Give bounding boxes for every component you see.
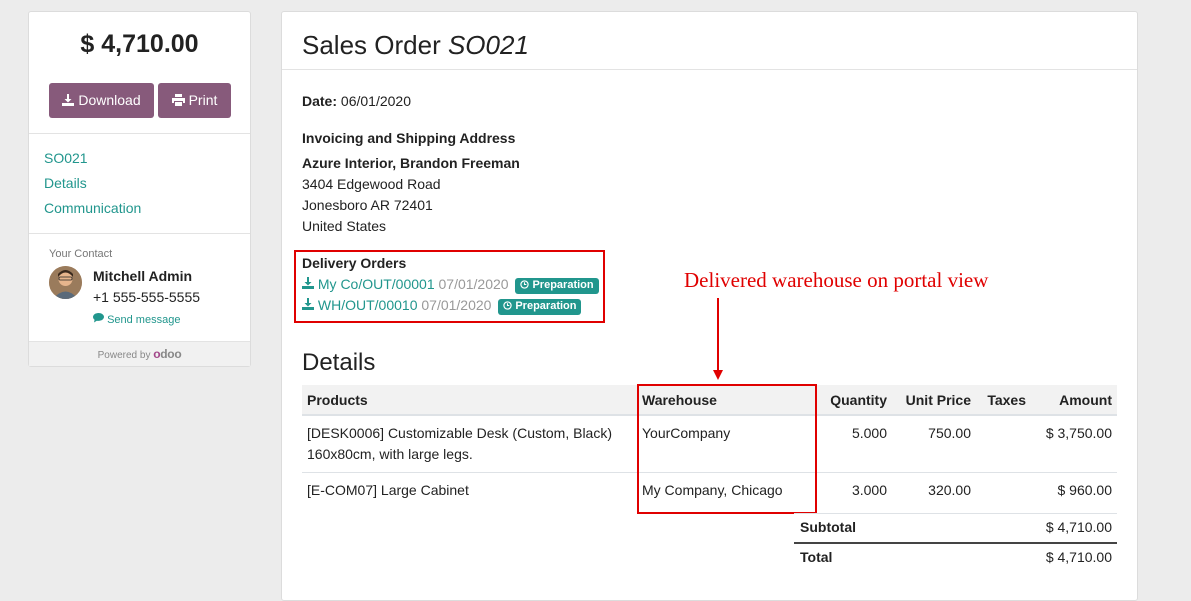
status-badge: Preparation (515, 278, 599, 294)
col-taxes: Taxes (976, 385, 1031, 416)
print-label: Print (188, 92, 218, 108)
address-line: 3404 Edgewood Road (302, 176, 441, 192)
delivery-ref: WH/OUT/00010 (317, 297, 418, 313)
download-icon (62, 84, 75, 119)
status-label: Preparation (515, 300, 577, 312)
divider (282, 69, 1137, 70)
annotation-arrow-head (713, 370, 723, 380)
total-value: $ 4,710.00 (1045, 549, 1112, 565)
download-icon (302, 276, 314, 292)
taxes-cell (976, 473, 1031, 509)
unit-price-cell: 750.00 (892, 415, 976, 473)
quantity-cell: 3.000 (851, 482, 887, 498)
col-amount: Amount (1031, 385, 1117, 416)
order-card: Sales Order SO021 Date: 06/01/2020 Invoi… (281, 11, 1138, 601)
status-label: Preparation (532, 279, 594, 291)
download-label: Download (78, 92, 141, 108)
contact-label: Your Contact (49, 248, 113, 260)
address-heading: Invoicing and Shipping Address (302, 130, 516, 146)
delivery-item: WH/OUT/00010 07/01/2020 Preparation (302, 297, 582, 315)
powered-by-label: Powered by (97, 350, 151, 361)
address-line: United States (302, 218, 387, 234)
taxes-cell (976, 415, 1031, 473)
unit-price-cell: 320.00 (928, 482, 971, 498)
sidebar: $ 4,710.00 Download Print SO021 Details … (28, 11, 251, 367)
divider (29, 233, 250, 234)
annotation-arrow (717, 298, 719, 371)
order-total: $ 4,710.00 (80, 30, 199, 58)
clock-icon (520, 280, 530, 292)
contact-name: Mitchell Admin (93, 268, 193, 284)
delivery-date: 07/01/2020 (421, 297, 492, 313)
total-label: Total (800, 549, 833, 565)
customer-name: Azure Interior, Brandon Freeman (302, 155, 520, 171)
col-products: Products (302, 385, 637, 416)
amount-cell: $ 960.00 (1057, 482, 1113, 498)
avatar (49, 266, 82, 299)
product-cell: [E-COM07] Large Cabinet (307, 482, 469, 498)
subtotal-label: Subtotal (800, 519, 856, 535)
print-icon (171, 84, 185, 119)
odoo-logo[interactable]: odoo (153, 347, 181, 361)
details-heading: Details (302, 349, 376, 376)
sidebar-actions: Download Print (49, 83, 231, 118)
date-value: 06/01/2020 (340, 93, 411, 109)
amount-cell: $ 3,750.00 (1031, 415, 1117, 473)
page-title: Sales Order SO021 (302, 30, 529, 61)
nav-link-communication[interactable]: Communication (44, 200, 141, 216)
divider (794, 513, 1117, 514)
order-date: Date: 06/01/2020 (302, 93, 411, 109)
col-quantity: Quantity (812, 385, 892, 416)
nav-link-details[interactable]: Details (44, 175, 87, 191)
status-badge: Preparation (498, 299, 582, 315)
download-icon (302, 297, 314, 313)
delivery-item: My Co/OUT/00001 07/01/2020 Preparation (302, 276, 599, 294)
chat-icon (93, 313, 107, 326)
nav-link-order[interactable]: SO021 (44, 150, 88, 166)
send-message-label: Send message (107, 314, 181, 326)
delivery-link[interactable]: WH/OUT/00010 (302, 297, 421, 313)
delivery-link[interactable]: My Co/OUT/00001 (302, 276, 439, 292)
clock-icon (503, 301, 513, 313)
product-cell: [DESK0006] Customizable Desk (Custom, Bl… (302, 415, 637, 473)
download-button[interactable]: Download (49, 83, 154, 118)
send-message-link[interactable]: Send message (93, 313, 180, 326)
divider (29, 133, 250, 134)
delivery-ref: My Co/OUT/00001 (317, 276, 435, 292)
title-prefix: Sales Order (302, 30, 441, 60)
contact-phone: +1 555-555-5555 (93, 289, 201, 305)
warehouse-highlight-box (637, 384, 817, 514)
quantity-cell: 5.000 (812, 415, 892, 473)
col-unit-price: Unit Price (892, 385, 976, 416)
delivery-date: 07/01/2020 (438, 276, 509, 292)
powered-by: Powered by odoo (29, 341, 250, 366)
title-ref: SO021 (447, 30, 529, 60)
subtotal-value: $ 4,710.00 (1045, 519, 1112, 535)
date-label: Date: (302, 93, 338, 109)
annotation-text: Delivered warehouse on portal view (684, 268, 989, 292)
print-button[interactable]: Print (158, 83, 231, 118)
divider (794, 542, 1117, 544)
delivery-heading: Delivery Orders (302, 255, 407, 271)
address-line: Jonesboro AR 72401 (302, 197, 433, 213)
